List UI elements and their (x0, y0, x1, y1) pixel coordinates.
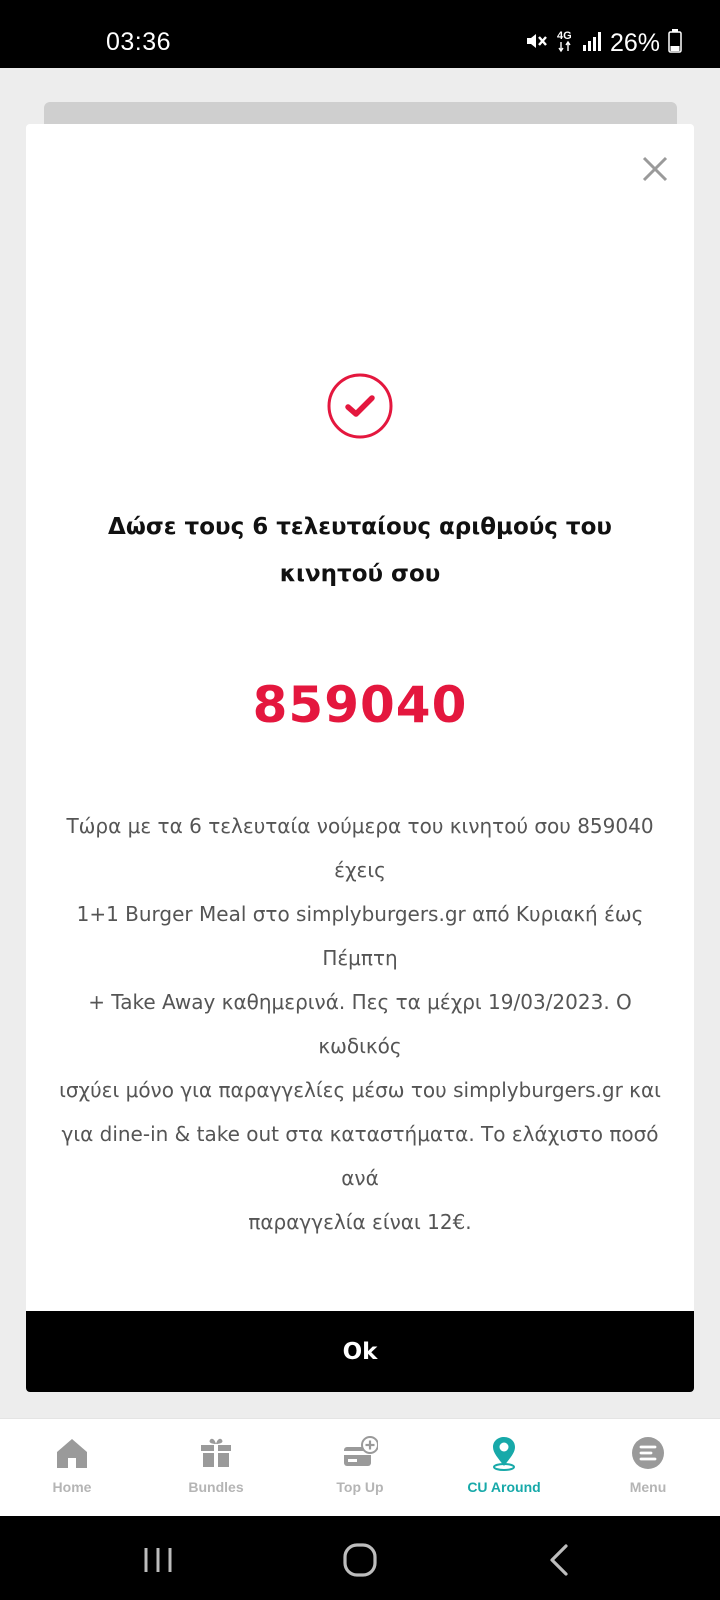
back-button[interactable] (540, 1540, 580, 1580)
ok-button[interactable]: Ok (26, 1311, 694, 1392)
check-circle-icon (326, 372, 394, 440)
nav-item-bundles[interactable]: Bundles (144, 1419, 288, 1516)
nav-label-cu-around: CU Around (467, 1479, 541, 1495)
nav-label-menu: Menu (629, 1479, 667, 1495)
home-button[interactable] (340, 1540, 380, 1580)
description-line: ισχύει μόνο για παραγγελίες μέσω του sim… (59, 1078, 661, 1102)
modal-description: Τώρα με τα 6 τελευταία νούμερα του κινητ… (56, 804, 664, 1244)
mute-icon (524, 29, 548, 58)
description-line: + Take Away καθημερινά. Πες τα μέχρι 19/… (88, 990, 632, 1058)
recents-icon (144, 1548, 172, 1572)
close-icon (642, 156, 668, 182)
coupon-code: 859040 (252, 676, 468, 734)
battery-percentage: 26% (609, 29, 660, 57)
location-pin-icon (493, 1437, 515, 1471)
gift-box-icon (201, 1438, 231, 1467)
description-line: 1+1 Burger Meal στο simplyburgers.gr από… (76, 902, 644, 970)
nav-item-home[interactable]: Home (0, 1419, 144, 1516)
signal-icon (582, 30, 602, 57)
description-line: για dine-in & take out στα καταστήματα. … (61, 1122, 659, 1190)
nav-label-bundles: Bundles (188, 1479, 244, 1495)
4g-icon: 4G (556, 28, 574, 59)
nav-item-menu[interactable]: Menu (576, 1419, 720, 1516)
back-icon (550, 1544, 568, 1576)
bottom-navigation: Home Bundles Top Up CU Around Menu (0, 1418, 720, 1516)
status-bar: 03:36 4G 26% (0, 0, 720, 68)
close-button[interactable] (640, 154, 670, 184)
menu-icon (632, 1437, 664, 1469)
nav-item-cu-around[interactable]: CU Around (432, 1419, 576, 1516)
nav-label-top-up: Top Up (336, 1479, 384, 1495)
description-line: Τώρα με τα 6 τελευταία νούμερα του κινητ… (66, 814, 654, 882)
status-time: 03:36 (106, 28, 172, 56)
battery-icon (668, 29, 682, 58)
card-plus-icon (344, 1436, 378, 1466)
status-icons: 4G 26% (524, 28, 682, 59)
modal-title: Δώσε τους 6 τελευταίους αριθμούς του κιν… (108, 514, 612, 587)
coupon-modal: Δώσε τους 6 τελευταίους αριθμούς του κιν… (26, 124, 694, 1392)
nav-item-top-up[interactable]: Top Up (288, 1419, 432, 1516)
system-navigation-bar (0, 1516, 720, 1600)
description-line: παραγγελία είναι 12€. (248, 1210, 472, 1234)
home-button-icon (343, 1543, 377, 1577)
home-icon (57, 1439, 87, 1468)
nav-label-home: Home (52, 1479, 92, 1495)
recents-button[interactable] (138, 1540, 178, 1580)
svg-text:4G: 4G (557, 30, 572, 42)
